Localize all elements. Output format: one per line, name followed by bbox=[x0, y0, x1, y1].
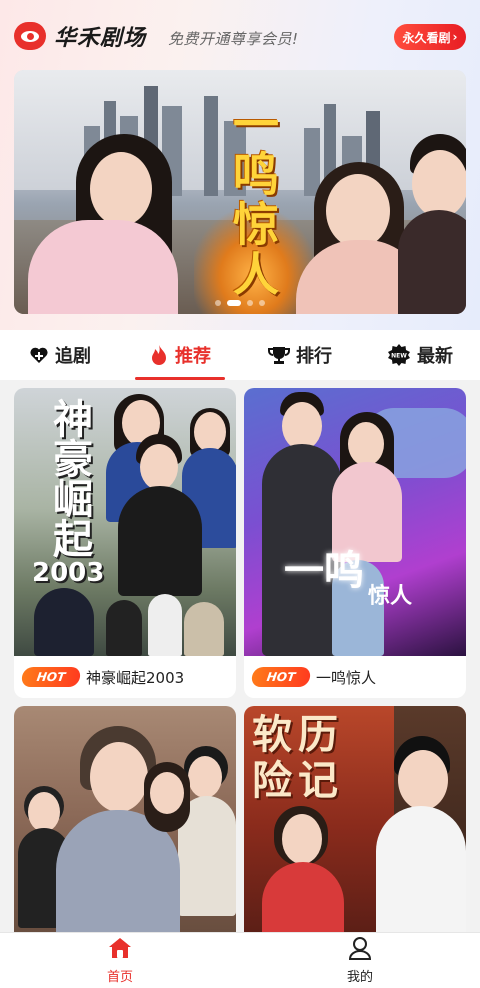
tab-recommend[interactable]: 推荐 bbox=[120, 330, 240, 380]
card-footer: HOT 神豪崛起2003 bbox=[14, 656, 236, 698]
tab-label: 最新 bbox=[417, 346, 453, 367]
drama-grid: 神豪崛起 2003 HOT 神豪崛起2003 一鸣 惊人 HOT 一鸣惊人 软历… bbox=[0, 380, 480, 974]
category-tabs: 追剧 推荐 排行 NEW 最新 bbox=[0, 330, 480, 380]
character-guy-right bbox=[398, 210, 466, 314]
app-header: 华禾剧场 免费开通尊享会员! 永久看剧 › bbox=[0, 0, 480, 72]
poster-title: 神豪崛起 bbox=[46, 398, 92, 558]
vip-slogan: 免费开通尊享会员! bbox=[168, 30, 299, 48]
hero-banner[interactable]: 一鸣惊人 bbox=[14, 70, 466, 314]
card-footer: HOT 一鸣惊人 bbox=[244, 656, 466, 698]
banner-title: 一鸣惊人 bbox=[226, 100, 280, 300]
vip-button-label: 永久看剧 bbox=[402, 30, 451, 45]
poster-year: 2003 bbox=[32, 558, 105, 588]
tab-label: 推荐 bbox=[175, 346, 211, 367]
poster-title-secondary: 惊人 bbox=[368, 584, 413, 609]
tab-label: 排行 bbox=[296, 346, 332, 367]
home-icon bbox=[107, 936, 133, 964]
drama-card[interactable]: 一鸣 惊人 HOT 一鸣惊人 bbox=[244, 388, 466, 698]
drama-title: 一鸣惊人 bbox=[316, 668, 377, 687]
tab-ranking[interactable]: 排行 bbox=[240, 330, 360, 380]
poster-title: 软历险记 bbox=[252, 712, 344, 804]
drama-poster: 一鸣 惊人 bbox=[244, 388, 466, 656]
tab-follow[interactable]: 追剧 bbox=[0, 330, 120, 380]
bottom-navigation: 首页 我的 bbox=[0, 932, 480, 988]
heart-plus-icon bbox=[29, 345, 49, 365]
app-name: 华禾剧场 bbox=[54, 26, 147, 51]
user-icon bbox=[347, 936, 373, 964]
vip-button[interactable]: 永久看剧 › bbox=[394, 24, 466, 50]
app-logo-icon bbox=[14, 22, 46, 50]
nav-label: 首页 bbox=[106, 970, 133, 985]
drama-poster: 神豪崛起 2003 bbox=[14, 388, 236, 656]
nav-home[interactable]: 首页 bbox=[0, 933, 240, 988]
poster-title-primary: 一鸣 bbox=[284, 548, 364, 594]
flame-icon bbox=[149, 344, 169, 366]
trophy-icon bbox=[268, 345, 290, 365]
tab-latest[interactable]: NEW 最新 bbox=[360, 330, 480, 380]
carousel-indicator bbox=[14, 300, 466, 306]
svg-text:NEW: NEW bbox=[391, 353, 407, 360]
nav-label: 我的 bbox=[346, 970, 373, 985]
drama-card[interactable]: 神豪崛起 2003 HOT 神豪崛起2003 bbox=[14, 388, 236, 698]
tab-label: 追剧 bbox=[55, 346, 91, 367]
nav-profile[interactable]: 我的 bbox=[240, 933, 480, 988]
drama-title: 神豪崛起2003 bbox=[86, 668, 185, 687]
new-badge-icon: NEW bbox=[387, 343, 411, 367]
chevron-right-icon: › bbox=[452, 30, 458, 44]
hot-badge: HOT bbox=[250, 667, 312, 687]
hot-badge: HOT bbox=[20, 667, 82, 687]
